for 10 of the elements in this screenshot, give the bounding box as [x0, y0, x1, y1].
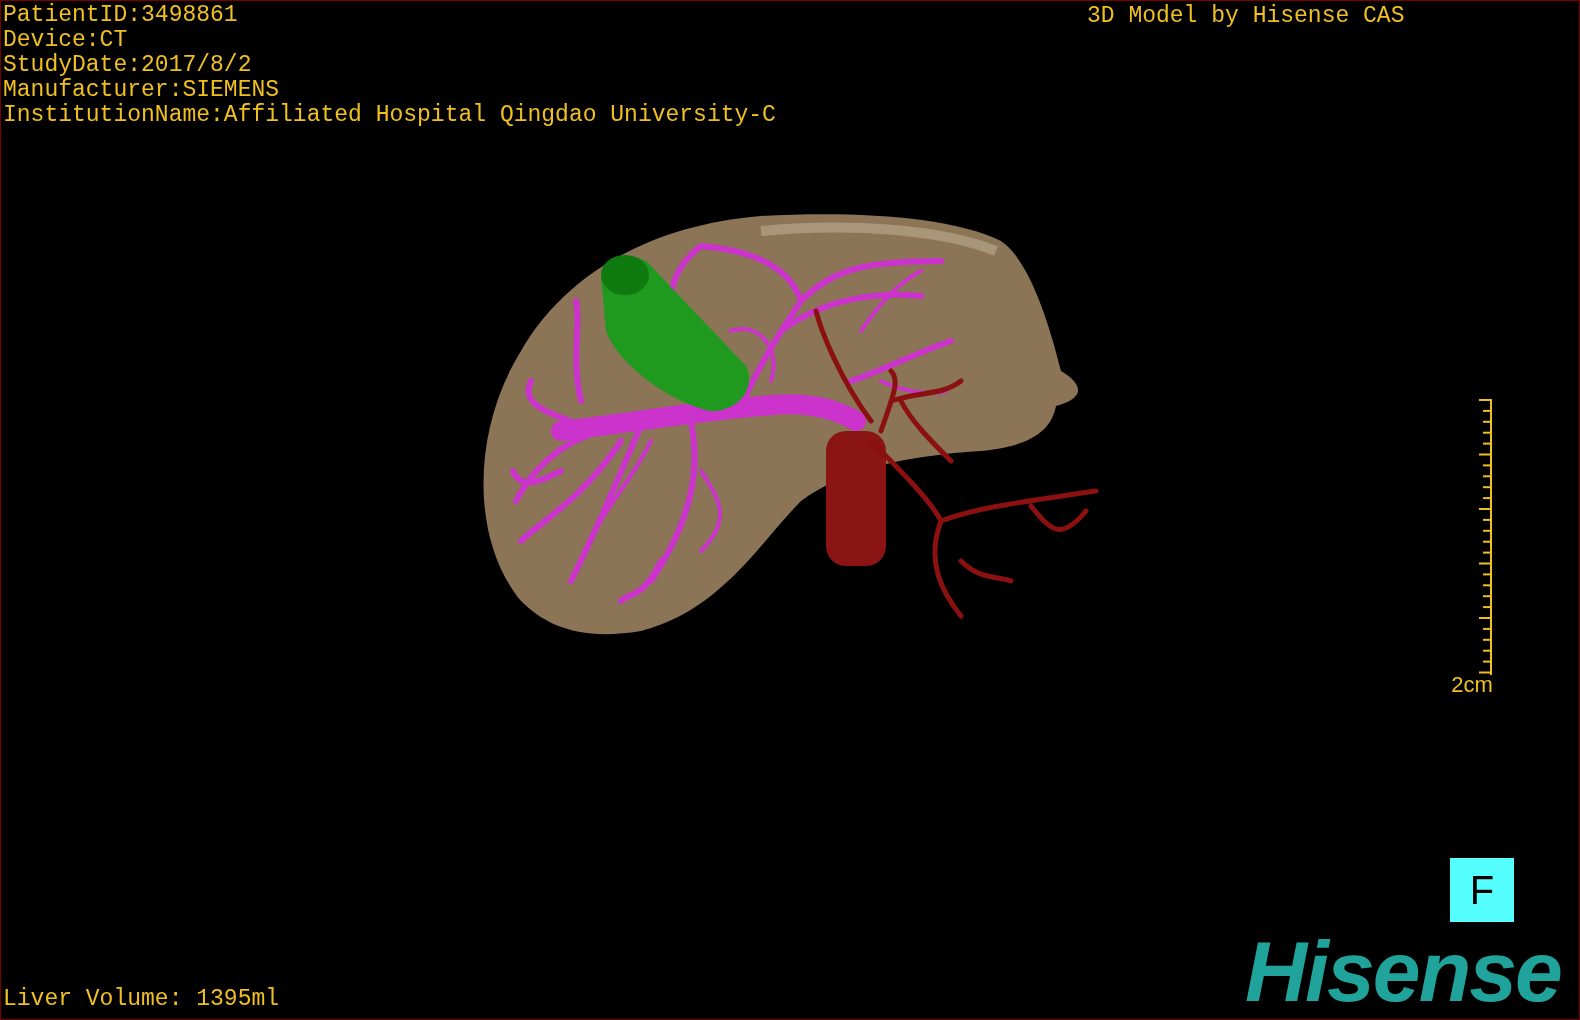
study-info-line: StudyDate:2017/8/2	[3, 53, 253, 78]
study-info-line: PatientID:3498861	[3, 3, 239, 28]
orientation-button[interactable]: F	[1450, 858, 1514, 922]
liver-volume-label: Liver Volume: 1395ml	[3, 986, 280, 1012]
study-info-line: InstitutionName:Affiliated Hospital Qingdao University-C	[3, 103, 776, 128]
scale-label: 2cm	[1450, 672, 1494, 698]
brand-logo: Hisense	[1245, 926, 1561, 1016]
study-info-line: Device:CT	[3, 28, 129, 53]
study-info-line: Manufacturer:SIEMENS	[3, 78, 281, 103]
header-label: 3D Model by Hisense CAS	[1087, 3, 1405, 29]
